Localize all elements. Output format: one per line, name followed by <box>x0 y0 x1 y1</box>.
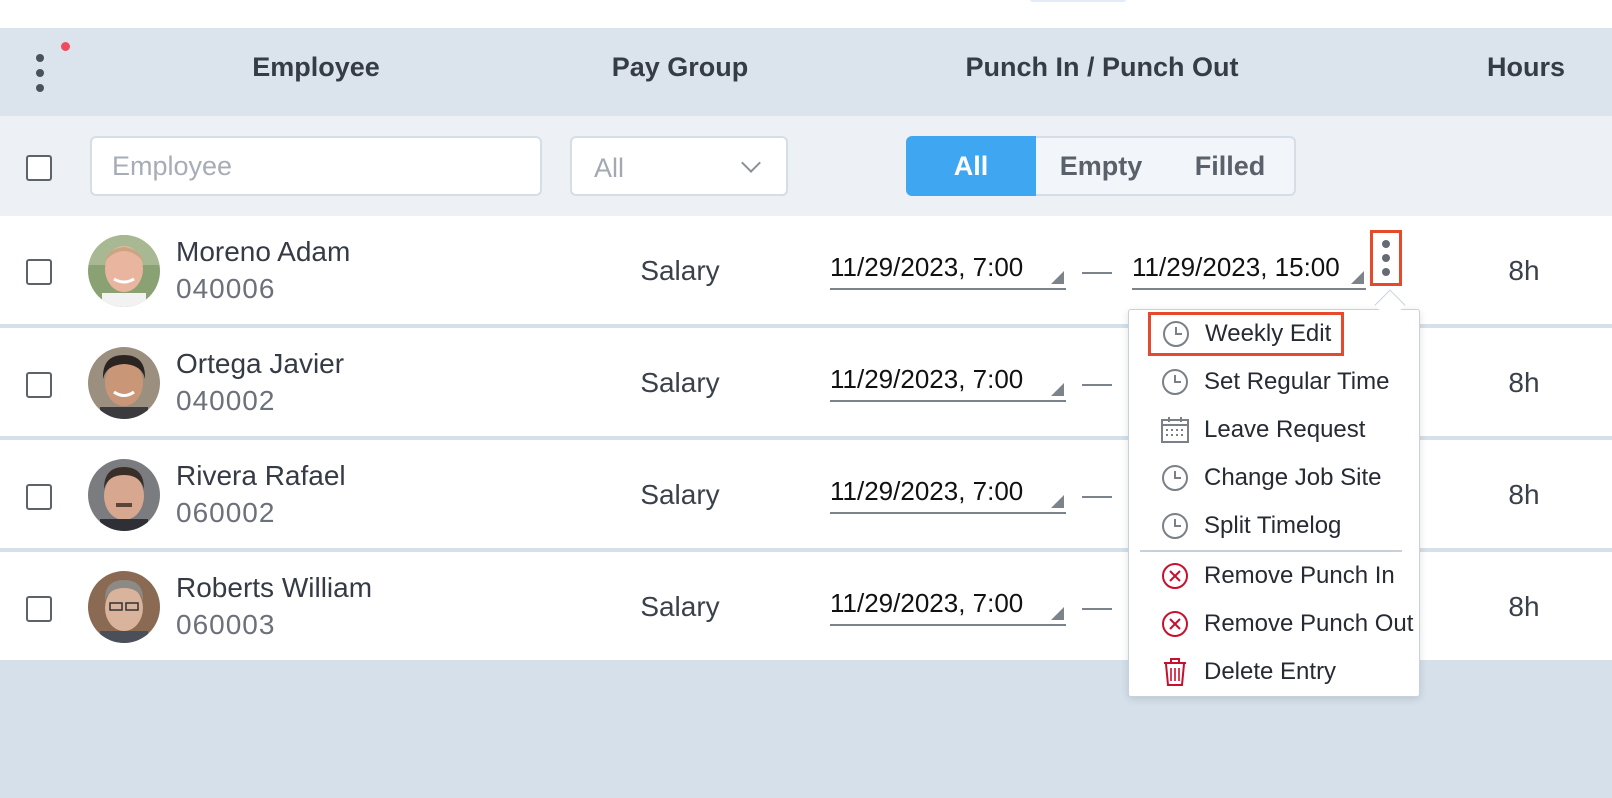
top-strip <box>0 0 1612 28</box>
menu-item-label: Split Timelog <box>1204 512 1342 539</box>
menu-item-change-job-site[interactable]: Change Job Site <box>1160 458 1381 498</box>
pay-group-value: Salary <box>640 255 720 286</box>
punch-filter-empty[interactable]: Empty <box>1036 136 1168 196</box>
resize-handle-icon <box>1051 271 1064 284</box>
employee-name: Moreno Adam <box>176 236 351 267</box>
employee-name: Roberts William <box>176 572 373 603</box>
menu-item-label: Remove Punch Out <box>1204 610 1414 637</box>
clock-icon <box>1162 513 1188 539</box>
row-checkbox[interactable] <box>26 484 52 510</box>
range-separator <box>1082 608 1112 610</box>
employee-id: 040002 <box>176 385 276 416</box>
menu-divider <box>1140 550 1402 552</box>
menu-item-remove-punch-in[interactable]: Remove Punch In <box>1160 556 1395 596</box>
calendar-icon <box>1161 417 1189 443</box>
tab-indicator <box>1030 0 1126 2</box>
row-checkbox[interactable] <box>26 259 52 285</box>
hours-value: 8h <box>1508 367 1540 398</box>
menu-item-split-timelog[interactable]: Split Timelog <box>1160 506 1341 546</box>
employee-name: Rivera Rafael <box>176 460 346 491</box>
column-header-pay-group[interactable]: Pay Group <box>612 52 749 83</box>
menu-item-delete-entry[interactable]: Delete Entry <box>1160 652 1336 692</box>
employee-name: Ortega Javier <box>176 348 345 379</box>
punch-in-datetime-field[interactable]: 11/29/2023, 7:00 <box>830 580 1066 626</box>
menu-item-label: Remove Punch In <box>1204 562 1395 589</box>
punch-in-value: 11/29/2023, 7:00 <box>830 476 1024 506</box>
menu-item-label: Delete Entry <box>1204 658 1337 685</box>
clock-icon <box>1162 465 1188 491</box>
menu-item-label: Set Regular Time <box>1204 368 1390 395</box>
pay-group-value: Salary <box>640 367 720 398</box>
trash-icon <box>1164 658 1186 686</box>
select-all-checkbox[interactable] <box>26 155 52 181</box>
resize-handle-icon <box>1351 271 1364 284</box>
menu-item-leave-request[interactable]: Leave Request <box>1160 410 1365 450</box>
hours-value: 8h <box>1508 479 1540 510</box>
menu-item-weekly-edit[interactable]: Weekly Edit <box>1148 312 1344 356</box>
hours-value: 8h <box>1508 255 1540 286</box>
notification-dot <box>61 42 70 51</box>
row-checkbox[interactable] <box>26 372 52 398</box>
resize-handle-icon <box>1051 383 1064 396</box>
row-checkbox[interactable] <box>26 596 52 622</box>
menu-item-remove-punch-out[interactable]: Remove Punch Out <box>1160 604 1413 644</box>
resize-handle-icon <box>1051 607 1064 620</box>
employee-id: 040006 <box>176 273 276 304</box>
clock-icon <box>1162 369 1188 395</box>
column-header-employee[interactable]: Employee <box>252 52 380 83</box>
punch-filter-all[interactable]: All <box>906 136 1036 196</box>
punch-in-datetime-field[interactable]: 11/29/2023, 7:00 <box>830 468 1066 514</box>
avatar <box>88 235 160 307</box>
menu-item-set-regular-time[interactable]: Set Regular Time <box>1160 362 1389 402</box>
clock-icon <box>1163 321 1189 347</box>
remove-circle-icon <box>1162 563 1188 589</box>
menu-item-label: Change Job Site <box>1204 464 1382 491</box>
range-separator <box>1082 496 1112 498</box>
punch-filter-filled[interactable]: Filled <box>1166 136 1296 196</box>
table-header <box>0 28 1612 116</box>
range-separator <box>1082 272 1112 274</box>
resize-handle-icon <box>1051 495 1064 508</box>
pay-group-filter-value: All <box>594 153 625 183</box>
punch-in-datetime-field[interactable]: 11/29/2023, 7:00 <box>830 244 1066 290</box>
column-header-punch[interactable]: Punch In / Punch Out <box>966 52 1239 83</box>
remove-circle-icon <box>1162 611 1188 637</box>
pay-group-filter-select[interactable]: All <box>570 136 788 196</box>
punch-out-value: 11/29/2023, 15:00 <box>1132 252 1340 282</box>
chevron-down-icon <box>741 153 761 173</box>
punch-in-value: 11/29/2023, 7:00 <box>830 252 1024 282</box>
avatar <box>88 347 160 419</box>
punch-in-value: 11/29/2023, 7:00 <box>830 364 1024 394</box>
pay-group-value: Salary <box>640 591 720 622</box>
avatar <box>88 459 160 531</box>
employee-filter-input[interactable] <box>90 136 542 196</box>
range-separator <box>1082 384 1112 386</box>
menu-item-label: Leave Request <box>1204 416 1366 443</box>
punch-out-datetime-field[interactable]: 11/29/2023, 15:00 <box>1132 244 1366 290</box>
column-header-hours[interactable]: Hours <box>1487 52 1565 83</box>
pay-group-value: Salary <box>640 479 720 510</box>
employee-id: 060002 <box>176 497 276 528</box>
punch-in-value: 11/29/2023, 7:00 <box>830 588 1024 618</box>
row-actions-button[interactable] <box>1370 230 1402 286</box>
punch-in-datetime-field[interactable]: 11/29/2023, 7:00 <box>830 356 1066 402</box>
employee-id: 060003 <box>176 609 276 640</box>
column-options-button[interactable] <box>30 54 50 92</box>
hours-value: 8h <box>1508 591 1540 622</box>
menu-item-label: Weekly Edit <box>1205 320 1332 347</box>
avatar <box>88 571 160 643</box>
